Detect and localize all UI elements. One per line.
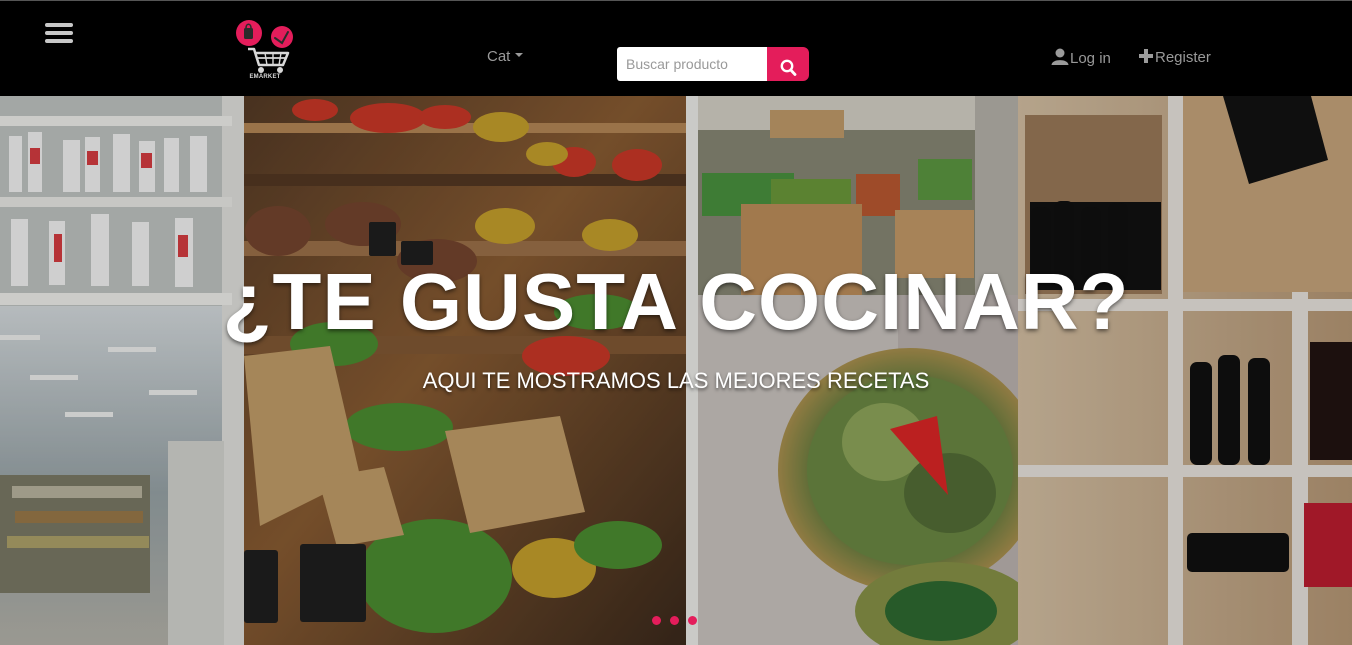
page: EMARKET Cat Log in Register — [0, 0, 1352, 645]
search-button[interactable] — [767, 47, 809, 81]
top-navbar: EMARKET Cat Log in Register — [0, 0, 1352, 96]
caret-down-icon — [515, 53, 524, 58]
shopping-cart-icon — [236, 20, 293, 73]
emarket-logo[interactable]: EMARKET — [235, 18, 295, 86]
hero-carousel[interactable]: ¿TE GUSTA COCINAR? AQUI TE MOSTRAMOS LAS… — [0, 96, 1352, 645]
hero-subtitle: AQUI TE MOSTRAMOS LAS MEJORES RECETAS — [422, 368, 930, 393]
product-search — [617, 47, 809, 81]
hamburger-line — [45, 23, 73, 27]
hamburger-menu-icon[interactable] — [45, 23, 73, 43]
logo-text: EMARKET — [249, 74, 281, 80]
plus-icon — [1139, 49, 1153, 63]
user-icon — [1051, 48, 1069, 65]
carousel-indicators — [652, 616, 700, 626]
login-link[interactable]: Log in — [1051, 48, 1111, 67]
hamburger-line — [45, 31, 73, 35]
category-dropdown-label: Cat — [487, 48, 511, 65]
carousel-indicator-3[interactable] — [688, 616, 697, 625]
register-link[interactable]: Register — [1138, 48, 1211, 66]
search-input[interactable] — [617, 47, 767, 81]
search-icon — [780, 59, 796, 76]
hamburger-line — [45, 39, 73, 43]
carousel-indicator-2[interactable] — [670, 616, 679, 625]
hero-title: ¿TE GUSTA COCINAR? — [222, 257, 1130, 346]
login-label: Log in — [1070, 50, 1111, 67]
carousel-indicator-1[interactable] — [652, 616, 661, 625]
register-label: Register — [1155, 49, 1211, 66]
category-dropdown[interactable]: Cat — [487, 48, 524, 65]
